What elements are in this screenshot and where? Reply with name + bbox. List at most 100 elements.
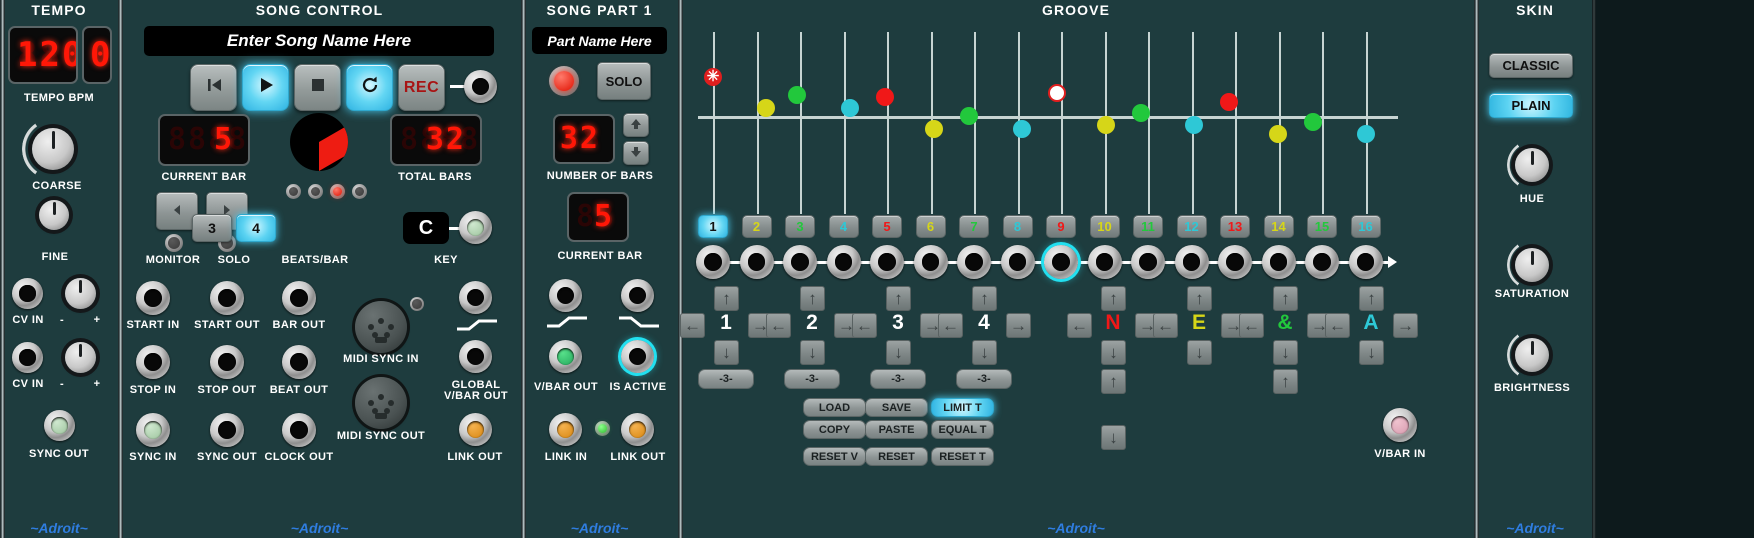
bars-decrement-button[interactable] bbox=[623, 141, 649, 165]
cv-in-2-jack[interactable] bbox=[12, 342, 43, 373]
groove-dot[interactable] bbox=[1269, 125, 1287, 143]
hue-knob[interactable] bbox=[1515, 148, 1549, 182]
skin-classic-button[interactable]: CLASSIC bbox=[1489, 53, 1573, 78]
part-solo-button[interactable]: SOLO bbox=[597, 62, 651, 100]
midi-sync-in-port[interactable] bbox=[355, 301, 407, 353]
spinner-down-2[interactable]: ↓ bbox=[800, 340, 825, 365]
file-button-limit-t[interactable]: LIMIT T bbox=[931, 398, 994, 417]
letter-up-4[interactable]: ↑ bbox=[1359, 286, 1384, 311]
lower-up-2[interactable]: ↑ bbox=[1273, 369, 1298, 394]
cv-in-2-attenuator-knob[interactable] bbox=[65, 342, 96, 373]
cv-in-1-attenuator-knob[interactable] bbox=[65, 278, 96, 309]
triplet-button-1[interactable]: -3- bbox=[698, 369, 754, 389]
groove-dot[interactable] bbox=[788, 86, 806, 104]
step-button-2[interactable]: 2 bbox=[741, 215, 772, 238]
groove-dot[interactable] bbox=[960, 107, 978, 125]
key-out-jack[interactable] bbox=[459, 211, 492, 244]
record-button[interactable]: REC bbox=[398, 64, 445, 111]
step-jack-10[interactable] bbox=[1087, 245, 1122, 279]
sync-out-jack[interactable] bbox=[210, 413, 244, 447]
loop-button[interactable] bbox=[346, 64, 393, 111]
step-jack-9[interactable] bbox=[1044, 245, 1078, 279]
groove-dot[interactable] bbox=[1097, 116, 1115, 134]
step-jack-8[interactable] bbox=[1000, 245, 1035, 279]
step-jack-7[interactable] bbox=[957, 245, 991, 279]
step-button-9[interactable]: 9 bbox=[1046, 215, 1076, 238]
part-link-out-jack[interactable] bbox=[621, 413, 654, 446]
step-button-4[interactable]: 4 bbox=[828, 215, 859, 238]
groove-dot[interactable] bbox=[757, 99, 775, 117]
step-jack-3[interactable] bbox=[783, 245, 817, 279]
step-jack-12[interactable] bbox=[1174, 245, 1209, 279]
step-button-3[interactable]: 3 bbox=[785, 215, 815, 238]
letter-left-1[interactable]: ← bbox=[1067, 313, 1092, 338]
file-button-reset[interactable]: RESET bbox=[865, 447, 928, 466]
step-jack-14[interactable] bbox=[1261, 245, 1296, 279]
step-jack-11[interactable] bbox=[1131, 245, 1165, 279]
file-button-reset-t[interactable]: RESET T bbox=[931, 447, 994, 466]
groove-dot[interactable] bbox=[1048, 84, 1066, 102]
stop-out-jack[interactable] bbox=[210, 345, 244, 379]
file-button-copy[interactable]: COPY bbox=[803, 420, 866, 439]
triplet-button-2[interactable]: -3- bbox=[784, 369, 840, 389]
step-button-11[interactable]: 11 bbox=[1133, 215, 1163, 238]
beats-bar-4-button[interactable]: 4 bbox=[236, 214, 276, 242]
link-out-jack[interactable] bbox=[459, 413, 492, 446]
sync-out-jack[interactable] bbox=[44, 410, 75, 441]
vbar-out-jack[interactable] bbox=[549, 340, 582, 373]
letter-left-3[interactable]: ← bbox=[1239, 313, 1264, 338]
lower-down-1[interactable]: ↓ bbox=[1101, 425, 1126, 450]
is-active-jack[interactable] bbox=[621, 340, 654, 373]
letter-down-1[interactable]: ↓ bbox=[1101, 340, 1126, 365]
spinner-down-4[interactable]: ↓ bbox=[972, 340, 997, 365]
step-button-8[interactable]: 8 bbox=[1002, 215, 1033, 238]
letter-up-2[interactable]: ↑ bbox=[1187, 286, 1212, 311]
spinner-up-2[interactable]: ↑ bbox=[800, 286, 825, 311]
step-button-5[interactable]: 5 bbox=[872, 215, 902, 238]
stop-button[interactable] bbox=[294, 64, 341, 111]
song-name-input[interactable]: Enter Song Name Here bbox=[144, 26, 494, 56]
beat-out-jack[interactable] bbox=[282, 345, 316, 379]
groove-dot[interactable] bbox=[925, 120, 943, 138]
sync-in-jack[interactable] bbox=[136, 413, 170, 447]
spinner-up-4[interactable]: ↑ bbox=[972, 286, 997, 311]
groove-dot[interactable] bbox=[1357, 125, 1375, 143]
step-jack-15[interactable] bbox=[1305, 245, 1339, 279]
step-button-10[interactable]: 10 bbox=[1089, 215, 1120, 238]
step-jack-13[interactable] bbox=[1218, 245, 1252, 279]
fine-knob[interactable] bbox=[39, 200, 69, 230]
step-button-16[interactable]: 16 bbox=[1350, 215, 1381, 238]
step-jack-16[interactable] bbox=[1348, 245, 1383, 279]
global-vbar-out-jack[interactable] bbox=[459, 340, 492, 373]
monitor-led[interactable] bbox=[165, 234, 183, 252]
lower-up-1[interactable]: ↑ bbox=[1101, 369, 1126, 394]
step-button-12[interactable]: 12 bbox=[1176, 215, 1207, 238]
groove-dot[interactable] bbox=[841, 99, 859, 117]
key-display[interactable]: C bbox=[403, 212, 449, 244]
cv-in-1-jack[interactable] bbox=[12, 278, 43, 309]
step-button-14[interactable]: 14 bbox=[1263, 215, 1294, 238]
letter-left-4[interactable]: ← bbox=[1325, 313, 1350, 338]
start-in-jack[interactable] bbox=[136, 281, 170, 315]
file-button-load[interactable]: LOAD bbox=[803, 398, 866, 417]
bar-out-jack[interactable] bbox=[282, 281, 316, 315]
part-ramp-out-jack[interactable] bbox=[549, 279, 582, 312]
play-button[interactable] bbox=[242, 64, 289, 111]
skin-plain-button[interactable]: PLAIN bbox=[1489, 93, 1573, 118]
part-active-led[interactable] bbox=[549, 66, 579, 96]
groove-graph[interactable]: ✳ bbox=[698, 24, 1398, 214]
spinner-up-3[interactable]: ↑ bbox=[886, 286, 911, 311]
letter-down-4[interactable]: ↓ bbox=[1359, 340, 1384, 365]
stop-in-jack[interactable] bbox=[136, 345, 170, 379]
clock-out-jack[interactable] bbox=[282, 413, 316, 447]
letter-up-3[interactable]: ↑ bbox=[1273, 286, 1298, 311]
step-jack-2[interactable] bbox=[739, 245, 774, 279]
brightness-knob[interactable] bbox=[1515, 338, 1549, 372]
midi-sync-out-port[interactable] bbox=[355, 377, 407, 429]
letter-left-2[interactable]: ← bbox=[1153, 313, 1178, 338]
rewind-button[interactable] bbox=[190, 64, 237, 111]
step-button-15[interactable]: 15 bbox=[1307, 215, 1337, 238]
file-button-equal-t[interactable]: EQUAL T bbox=[931, 420, 994, 439]
spinner-left-4[interactable]: ← bbox=[938, 313, 963, 338]
step-button-13[interactable]: 13 bbox=[1220, 215, 1250, 238]
